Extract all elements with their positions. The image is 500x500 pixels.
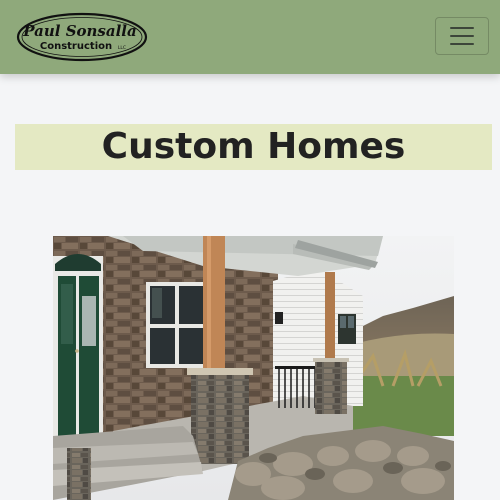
hamburger-icon-bar bbox=[450, 43, 474, 45]
navbar: Paul Sonsalla Construction LLC bbox=[0, 0, 500, 74]
brand-suffix: LLC bbox=[118, 45, 126, 51]
brand-line1: Paul Sonsalla bbox=[22, 22, 136, 40]
hamburger-icon-bar bbox=[450, 35, 474, 37]
brand-line2: Construction bbox=[40, 41, 112, 52]
brand-logo[interactable]: Paul Sonsalla Construction LLC bbox=[16, 12, 148, 62]
hamburger-icon bbox=[450, 27, 474, 29]
menu-toggle-button[interactable] bbox=[435, 17, 489, 55]
title-band: Custom Homes bbox=[15, 124, 492, 170]
page-title: Custom Homes bbox=[101, 126, 406, 167]
house-photo bbox=[53, 236, 454, 500]
